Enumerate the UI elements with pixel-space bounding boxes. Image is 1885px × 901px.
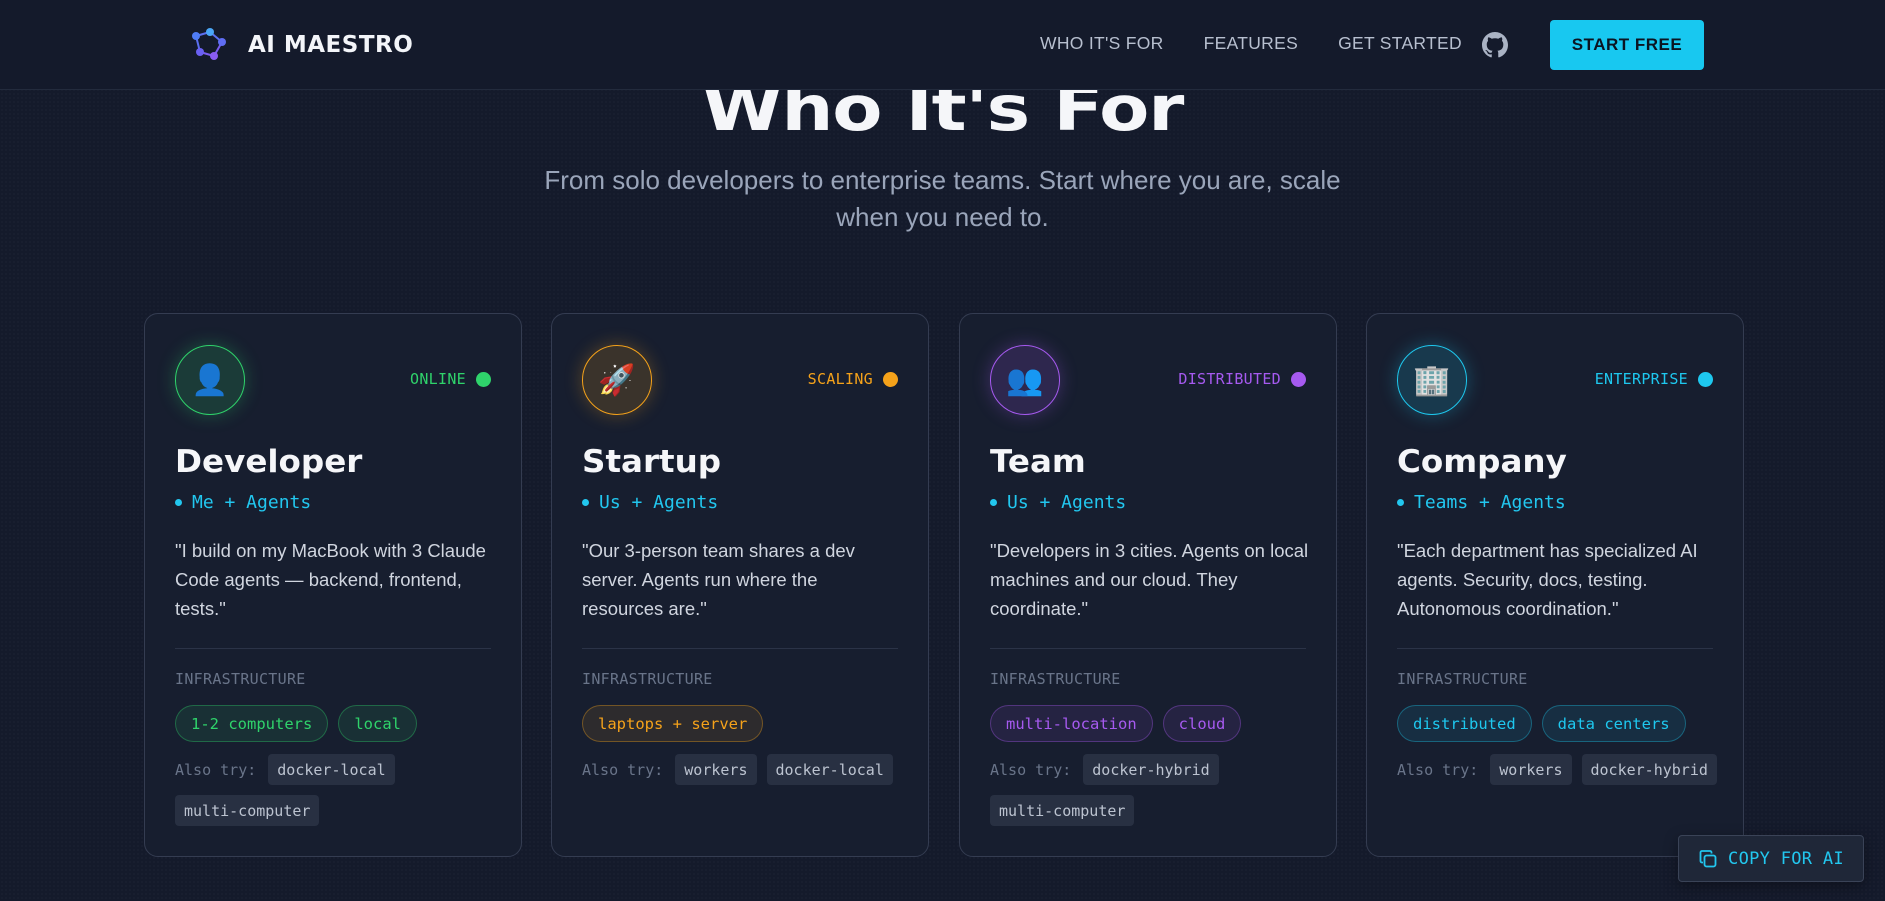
brand-logo[interactable]: AI MAESTRO	[190, 28, 413, 62]
infra-pill: local	[338, 705, 417, 742]
persona-card-developer: 👤 ONLINE Developer Me + Agents "I build …	[144, 313, 522, 857]
divider	[175, 648, 491, 649]
also-try-list: Also try: workers docker-hybrid	[1397, 754, 1727, 785]
avatar-glyph: 👥	[1006, 362, 1044, 398]
divider	[1397, 648, 1713, 649]
infrastructure-label: INFRASTRUCTURE	[990, 670, 1121, 688]
card-quote: "I build on my MacBook with 3 Claude Cod…	[175, 540, 486, 619]
status-indicator: SCALING	[808, 370, 898, 388]
bullet-icon	[1397, 499, 1404, 506]
also-try-chip[interactable]: workers	[1490, 754, 1572, 785]
also-try-chip[interactable]: docker-hybrid	[1083, 754, 1219, 785]
startup-avatar-icon: 🚀	[582, 345, 652, 415]
tagline-text: Us + Agents	[1007, 492, 1127, 513]
status-dot-icon	[883, 371, 898, 387]
also-try-label: Also try:	[582, 760, 664, 779]
bullet-icon	[175, 499, 182, 506]
infra-pill: cloud	[1162, 705, 1242, 742]
card-tagline: Us + Agents	[582, 492, 718, 513]
card-tagline: Teams + Agents	[1397, 492, 1566, 513]
status-indicator: ONLINE	[410, 370, 491, 388]
avatar-glyph: 🏢	[1413, 362, 1451, 398]
status-dot-icon	[476, 371, 491, 387]
status-label: ONLINE	[410, 370, 466, 388]
start-free-button[interactable]: START FREE	[1550, 20, 1704, 70]
developer-avatar-icon: 👤	[175, 345, 245, 415]
company-avatar-icon: 🏢	[1397, 345, 1467, 415]
card-title: Startup	[582, 444, 722, 480]
card-quote: "Each department has specialized AI agen…	[1397, 540, 1698, 619]
also-try-chip[interactable]: docker-hybrid	[1581, 754, 1717, 785]
persona-card-company: 🏢 ENTERPRISE Company Teams + Agents "Eac…	[1366, 313, 1744, 857]
tagline-text: Us + Agents	[599, 492, 719, 513]
also-try-chip[interactable]: docker-local	[766, 754, 893, 785]
copy-for-ai-label: COPY FOR AI	[1728, 848, 1844, 869]
card-title: Team	[990, 444, 1086, 480]
divider	[990, 648, 1306, 649]
copy-for-ai-button[interactable]: COPY FOR AI	[1678, 835, 1864, 882]
status-dot-icon	[1698, 371, 1713, 387]
also-try-chip[interactable]: docker-local	[268, 754, 395, 785]
infrastructure-label: INFRASTRUCTURE	[1397, 670, 1528, 688]
card-tagline: Us + Agents	[990, 492, 1126, 513]
avatar-glyph: 🚀	[598, 362, 636, 398]
bullet-icon	[582, 499, 589, 506]
infra-pill: 1-2 computers	[175, 705, 329, 742]
infra-pill: multi-location	[990, 705, 1153, 742]
also-try-list: Also try: docker-hybrid multi-computer	[990, 754, 1320, 826]
github-icon[interactable]	[1482, 32, 1508, 58]
card-quote: "Our 3-person team shares a dev server. …	[582, 540, 855, 619]
card-title: Company	[1397, 444, 1567, 480]
card-quote: "Developers in 3 cities. Agents on local…	[990, 540, 1309, 619]
nav-links: WHO IT'S FOR FEATURES GET STARTED	[1040, 33, 1462, 54]
nav-link-who-its-for[interactable]: WHO IT'S FOR	[1040, 33, 1164, 54]
card-title: Developer	[175, 444, 363, 480]
also-try-label: Also try:	[990, 760, 1072, 779]
tagline-text: Teams + Agents	[1414, 492, 1566, 513]
nav-link-get-started[interactable]: GET STARTED	[1338, 33, 1462, 54]
team-avatar-icon: 👥	[990, 345, 1060, 415]
status-label: DISTRIBUTED	[1178, 370, 1281, 388]
nav-link-features[interactable]: FEATURES	[1204, 33, 1298, 54]
also-try-chip[interactable]: multi-computer	[175, 795, 320, 826]
persona-card-startup: 🚀 SCALING Startup Us + Agents "Our 3-per…	[551, 313, 929, 857]
infrastructure-pills: laptops + server	[582, 705, 764, 742]
status-label: SCALING	[807, 370, 873, 388]
status-indicator: DISTRIBUTED	[1178, 370, 1306, 388]
status-label: ENTERPRISE	[1594, 370, 1688, 388]
infra-pill: laptops + server	[582, 705, 764, 742]
also-try-label: Also try:	[1397, 760, 1479, 779]
infra-pill: distributed	[1397, 705, 1532, 742]
also-try-chip[interactable]: multi-computer	[990, 795, 1135, 826]
status-dot-icon	[1291, 371, 1306, 387]
persona-card-team: 👥 DISTRIBUTED Team Us + Agents "Develope…	[959, 313, 1337, 857]
infrastructure-pills: 1-2 computers local	[175, 705, 417, 742]
infrastructure-label: INFRASTRUCTURE	[175, 670, 306, 688]
brand-name: AI MAESTRO	[248, 32, 414, 58]
copy-icon	[1699, 849, 1717, 867]
network-logo-icon	[192, 28, 226, 60]
avatar-glyph: 👤	[191, 362, 229, 398]
bullet-icon	[990, 499, 997, 506]
status-indicator: ENTERPRISE	[1595, 370, 1713, 388]
tagline-text: Me + Agents	[192, 492, 312, 513]
also-try-list: Also try: workers docker-local	[582, 754, 912, 785]
infra-pill: data centers	[1541, 705, 1686, 742]
infrastructure-pills: multi-location cloud	[990, 705, 1242, 742]
also-try-label: Also try:	[175, 760, 257, 779]
also-try-chip[interactable]: workers	[675, 754, 757, 785]
also-try-list: Also try: docker-local multi-computer	[175, 754, 505, 826]
card-tagline: Me + Agents	[175, 492, 311, 513]
divider	[582, 648, 898, 649]
infrastructure-pills: distributed data centers	[1397, 705, 1686, 742]
section-subtitle: From solo developers to enterprise teams…	[544, 165, 1341, 232]
infrastructure-label: INFRASTRUCTURE	[582, 670, 713, 688]
top-navbar: AI MAESTRO WHO IT'S FOR FEATURES GET STA…	[0, 0, 1885, 90]
